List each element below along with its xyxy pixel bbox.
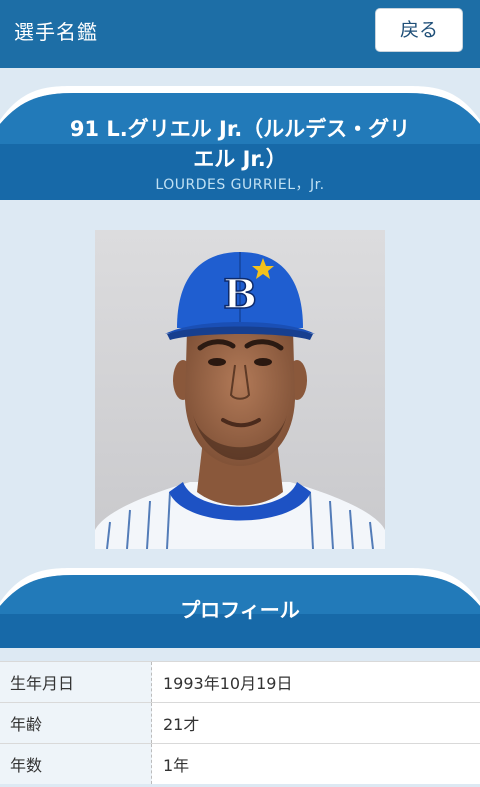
player-name-line1: 91 L.グリエル Jr.（ルルデス・グリ (69, 117, 411, 141)
profile-table: 生年月日 1993年10月19日 年齢 21才 年数 1年 (0, 661, 480, 784)
profile-value-birthday: 1993年10月19日 (151, 661, 480, 703)
profile-heading: プロフィール (180, 598, 300, 622)
profile-value-age: 21才 (151, 702, 480, 744)
back-button[interactable]: 戻る (375, 8, 463, 52)
profile-value-years: 1年 (151, 743, 480, 784)
profile-banner: プロフィール (0, 566, 480, 648)
player-roman-name: LOURDES GURRIEL，Jr. (155, 177, 325, 193)
page-title: 選手名鑑 (14, 20, 98, 44)
app-header: 選手名鑑 戻る (0, 0, 480, 68)
profile-label-years: 年数 (0, 743, 152, 784)
table-row: 生年月日 1993年10月19日 (0, 661, 480, 703)
player-name: 91 L.グリエル Jr.（ルルデス・グリ エル Jr.） (40, 114, 440, 174)
profile-label-birthday: 生年月日 (0, 661, 152, 703)
cap-logo-letter: B (223, 271, 257, 318)
player-name-line2: エル Jr.） (193, 147, 287, 171)
table-row: 年数 1年 (0, 743, 480, 784)
table-row: 年齢 21才 (0, 702, 480, 744)
player-photo: B (95, 230, 385, 550)
profile-label-age: 年齢 (0, 702, 152, 744)
player-name-banner: 91 L.グリエル Jr.（ルルデス・グリ エル Jr.） LOURDES GU… (0, 84, 480, 200)
